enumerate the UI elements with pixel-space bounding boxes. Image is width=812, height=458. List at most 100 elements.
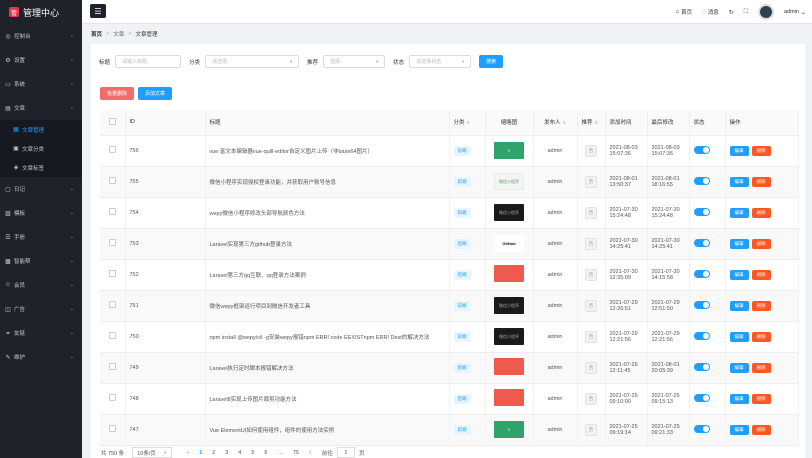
row-checkbox-cell[interactable] (100, 228, 126, 260)
delete-button[interactable]: 删除 (751, 145, 771, 156)
sort-icon[interactable]: ⇅ (467, 120, 470, 125)
select-all-checkbox-cell[interactable] (100, 110, 126, 136)
sidebar-item[interactable]: ☰ 手册 ⌄ (0, 225, 82, 249)
page-size-select[interactable]: 10条/页 ▼ (132, 447, 173, 458)
status-toggle[interactable] (693, 176, 710, 185)
sidebar-item[interactable]: ◈ 文章标签 (0, 158, 82, 177)
edit-button[interactable]: 编辑 (729, 269, 749, 280)
thumbnail-image[interactable]: 微信小程序 (494, 204, 524, 221)
col-recommend[interactable]: 推荐 ⇅ (577, 110, 606, 136)
thumbnail-image[interactable]: V (494, 421, 524, 438)
sidebar-item[interactable]: ⚭ 友链 ⌄ (0, 321, 82, 345)
recommend-tag[interactable]: 否 (584, 175, 598, 188)
col-author[interactable]: 发布人 ⇅ (533, 110, 578, 136)
delete-button[interactable]: 删除 (751, 331, 771, 342)
row-checkbox[interactable] (108, 146, 116, 153)
delete-button[interactable]: 删除 (751, 269, 771, 280)
title-filter-input[interactable]: 请输入标题 (115, 55, 182, 68)
page-number[interactable]: 1 (199, 450, 202, 456)
thumbnail-image[interactable] (494, 358, 524, 375)
thumbnail-image[interactable]: 微信小程序 (494, 173, 524, 190)
edit-button[interactable]: 编辑 (729, 331, 749, 342)
recommend-tag[interactable]: 否 (584, 423, 598, 436)
row-checkbox[interactable] (108, 425, 116, 432)
page-number[interactable]: … (277, 450, 283, 456)
search-button[interactable]: 搜索 (479, 55, 504, 68)
status-filter-select[interactable]: 请选择状态 ▼ (409, 55, 472, 68)
row-checkbox[interactable] (108, 270, 116, 277)
status-toggle[interactable] (693, 300, 710, 309)
sidebar-item[interactable]: ▤ 文章 ⌄ (0, 96, 82, 120)
edit-button[interactable]: 编辑 (729, 300, 749, 311)
edit-button[interactable]: 编辑 (729, 238, 749, 249)
avatar[interactable] (757, 4, 774, 20)
page-number[interactable]: 4 (238, 450, 241, 456)
category-filter-select[interactable]: 请选择 ▼ (205, 55, 300, 68)
edit-button[interactable]: 编辑 (729, 393, 749, 404)
menu-toggle-button[interactable]: ☰ (90, 4, 106, 18)
delete-button[interactable]: 删除 (751, 207, 771, 218)
sidebar-item[interactable]: ▦ 文章管理 (0, 120, 82, 139)
recommend-tag[interactable]: 否 (584, 268, 598, 281)
home-link[interactable]: ⌂ 首页 (676, 8, 693, 16)
edit-button[interactable]: 编辑 (729, 424, 749, 435)
row-checkbox-cell[interactable] (100, 414, 126, 446)
sort-icon[interactable]: ⇅ (595, 120, 598, 125)
thumbnail-image[interactable]: V (494, 142, 524, 159)
page-number[interactable]: 5 (251, 450, 254, 456)
sidebar-item[interactable]: ▩ 智能帮 ⌄ (0, 249, 82, 273)
add-article-button[interactable]: 添加文章 (138, 87, 173, 100)
row-checkbox[interactable] (108, 177, 116, 184)
thumbnail-image[interactable]: 微信小程序 (494, 328, 524, 345)
page-number[interactable]: 75 (293, 450, 299, 456)
row-checkbox[interactable] (108, 332, 116, 339)
sidebar-item[interactable]: ▣ 文章分类 (0, 139, 82, 158)
row-checkbox-cell[interactable] (100, 352, 126, 384)
sidebar-item[interactable]: ⚙ 设置 ⌄ (0, 48, 82, 72)
row-checkbox-cell[interactable] (100, 197, 126, 229)
recommend-tag[interactable]: 否 (584, 144, 598, 157)
next-page-button[interactable]: › (309, 450, 311, 456)
recommend-tag[interactable]: 否 (584, 361, 598, 374)
delete-button[interactable]: 删除 (751, 176, 771, 187)
row-checkbox-cell[interactable] (100, 383, 126, 415)
thumbnail-image[interactable]: 微信小程序 (494, 297, 524, 314)
page-number[interactable]: 6 (264, 450, 267, 456)
sidebar-item[interactable]: ☺ 会员 ⌄ (0, 273, 82, 297)
user-menu[interactable]: admin ⌄ (784, 9, 806, 16)
status-toggle[interactable] (693, 238, 710, 247)
sidebar-item[interactable]: ▢ 日记 ⌄ (0, 177, 82, 201)
status-toggle[interactable] (693, 331, 710, 340)
recommend-tag[interactable]: 否 (584, 206, 598, 219)
sidebar-item[interactable]: ▭ 系统 ⌄ (0, 72, 82, 96)
delete-button[interactable]: 删除 (751, 300, 771, 311)
messages-link[interactable]: ◌ 消息 (702, 8, 719, 16)
edit-button[interactable]: 编辑 (729, 176, 749, 187)
status-toggle[interactable] (693, 207, 710, 216)
edit-button[interactable]: 编辑 (729, 207, 749, 218)
recommend-tag[interactable]: 否 (584, 330, 598, 343)
thumbnail-image[interactable] (494, 265, 524, 282)
app-logo[interactable]: 管 管理中心 (0, 0, 82, 24)
sidebar-item[interactable]: ✎ 维护 ⌄ (0, 345, 82, 369)
sidebar-item[interactable]: ◫ 广告 ⌄ (0, 297, 82, 321)
status-toggle[interactable] (693, 424, 710, 433)
goto-page-input[interactable]: 1 (336, 447, 355, 458)
row-checkbox-cell[interactable] (100, 290, 126, 322)
breadcrumb-home[interactable]: 首页 (91, 30, 102, 38)
row-checkbox-cell[interactable] (100, 321, 126, 353)
delete-button[interactable]: 删除 (751, 238, 771, 249)
col-category[interactable]: 分类 ⇅ (449, 110, 486, 136)
sort-icon[interactable]: ⇅ (563, 120, 566, 125)
row-checkbox-cell[interactable] (100, 166, 126, 198)
delete-button[interactable]: 删除 (751, 362, 771, 373)
prev-page-button[interactable]: ‹ (187, 450, 189, 456)
row-checkbox[interactable] (108, 208, 116, 215)
status-toggle[interactable] (693, 145, 710, 154)
refresh-button[interactable]: ↻ (729, 9, 734, 16)
delete-button[interactable]: 删除 (751, 424, 771, 435)
status-toggle[interactable] (693, 269, 710, 278)
sidebar-item[interactable]: ◎ 控制台 ⌄ (0, 24, 82, 48)
edit-button[interactable]: 编辑 (729, 145, 749, 156)
status-toggle[interactable] (693, 362, 710, 371)
